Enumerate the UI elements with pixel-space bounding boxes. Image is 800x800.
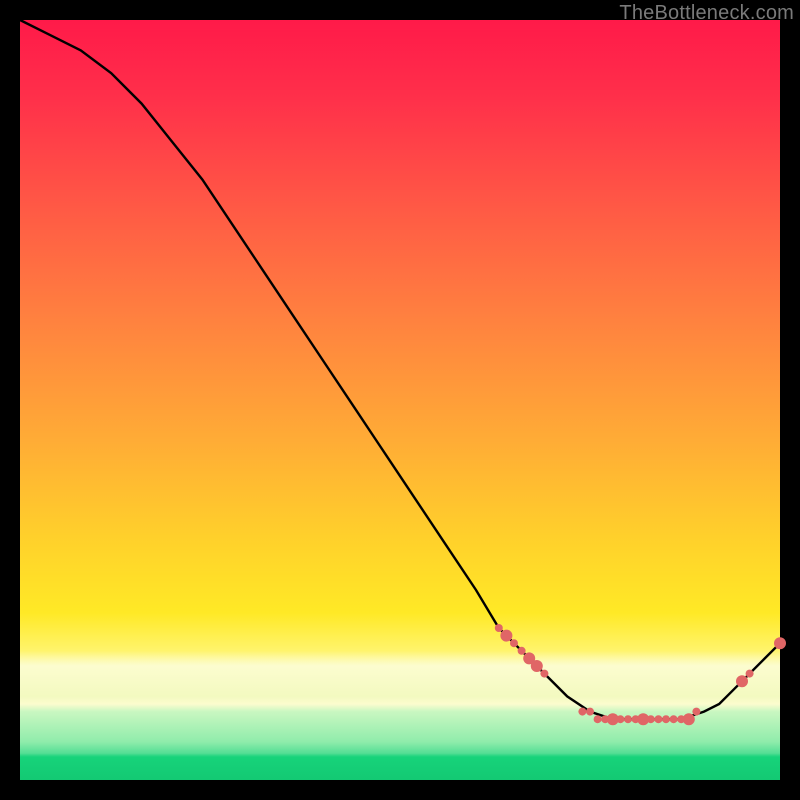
chart-plot-area (20, 20, 780, 780)
marker-dot (495, 624, 503, 632)
marker-dot (540, 670, 548, 678)
bottleneck-curve (20, 20, 780, 719)
marker-dot (586, 708, 594, 716)
marker-dot (670, 715, 678, 723)
marker-dot (510, 639, 518, 647)
marker-dot (624, 715, 632, 723)
marker-dot (616, 715, 624, 723)
marker-dot (654, 715, 662, 723)
chart-svg (20, 20, 780, 780)
marker-dot (500, 630, 512, 642)
chart-stage: TheBottleneck.com (0, 0, 800, 800)
marker-dot (594, 715, 602, 723)
watermark-text: TheBottleneck.com (619, 2, 794, 25)
highlight-dots (495, 624, 786, 725)
marker-dot (692, 708, 700, 716)
marker-dot (746, 670, 754, 678)
marker-dot (774, 637, 786, 649)
marker-dot (578, 708, 586, 716)
marker-dot (518, 647, 526, 655)
marker-dot (662, 715, 670, 723)
marker-dot (647, 715, 655, 723)
marker-dot (736, 675, 748, 687)
marker-dot (531, 660, 543, 672)
marker-dot (683, 713, 695, 725)
